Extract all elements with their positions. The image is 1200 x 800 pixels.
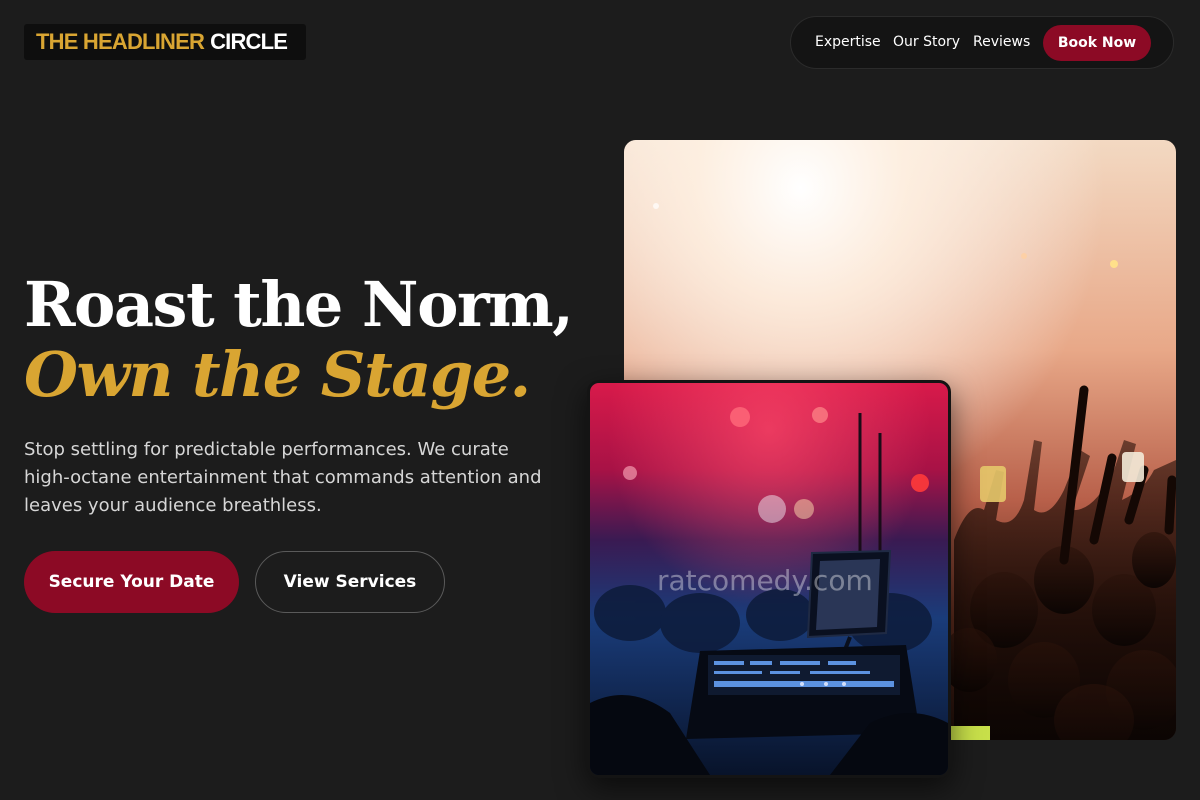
hero-headline: Roast the Norm, Own the Stage. [24, 268, 574, 411]
hero-headline-line1: Roast the Norm, [24, 268, 574, 341]
hero-headline-line2: Own the Stage. [24, 338, 531, 411]
stage-mixing-desk-image [587, 380, 951, 778]
nav-link-our-story[interactable]: Our Story [893, 34, 960, 50]
book-now-button[interactable]: Book Now [1043, 25, 1151, 61]
brand-logo[interactable]: THE HEADLINER CIRCLE [24, 24, 306, 60]
hero-description: Stop settling for predictable performanc… [24, 439, 542, 516]
top-navigation: Expertise Our Story Reviews Book Now [790, 16, 1174, 69]
brand-name-primary: THE HEADLINER [36, 29, 205, 54]
nav-link-reviews[interactable]: Reviews [973, 34, 1030, 50]
brand-name-secondary: CIRCLE [210, 29, 288, 54]
nav-link-expertise[interactable]: Expertise [815, 34, 881, 50]
secure-your-date-button[interactable]: Secure Your Date [24, 551, 239, 613]
view-services-button[interactable]: View Services [255, 551, 445, 613]
